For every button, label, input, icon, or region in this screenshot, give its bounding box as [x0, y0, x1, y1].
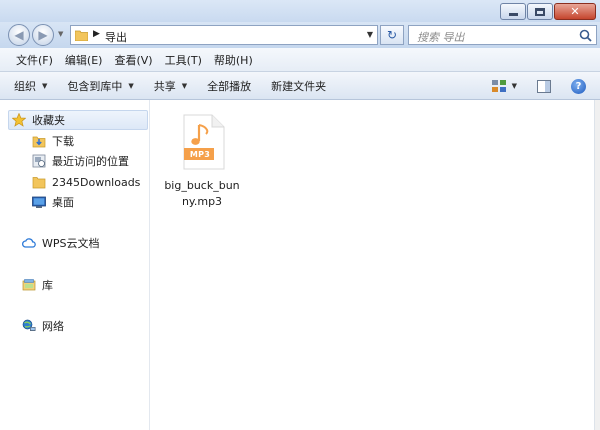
cloud-icon — [22, 238, 36, 248]
folder-icon — [75, 30, 88, 41]
navigation-pane: 收藏夹 下载 最近访问的位置 2345Downloads 桌面 WPS云文档 库… — [0, 100, 150, 430]
window-controls: ✕ — [499, 3, 596, 20]
mp3-file-icon — [183, 114, 225, 170]
library-icon — [22, 279, 36, 291]
address-dropdown-icon[interactable]: ▼ — [367, 30, 373, 39]
maximize-button[interactable] — [527, 3, 553, 20]
chevron-down-icon: ▼ — [42, 81, 48, 90]
title-bar: ✕ — [0, 0, 600, 22]
breadcrumb-folder[interactable]: 导出 — [105, 29, 127, 45]
include-in-library-button[interactable]: 包含到库中 ▼ — [67, 78, 133, 94]
nav-network[interactable]: 网络 — [22, 317, 64, 335]
breadcrumb-arrow-icon[interactable]: ▶ — [93, 29, 100, 39]
star-icon — [12, 113, 26, 127]
close-icon: ✕ — [570, 5, 580, 18]
chevron-down-icon: ▼ — [181, 81, 188, 90]
share-button[interactable]: 共享 ▼ — [154, 78, 187, 94]
play-all-label: 全部播放 — [207, 79, 252, 93]
back-button[interactable]: ◀ — [8, 24, 30, 46]
refresh-icon: ↻ — [386, 28, 398, 42]
chevron-down-icon: ▼ — [128, 81, 134, 90]
mp3-badge-label: MP3 — [189, 150, 211, 159]
nav-2345downloads-label: 2345Downloads — [52, 175, 141, 189]
help-icon[interactable]: ? — [571, 78, 586, 94]
recent-places-icon — [32, 154, 46, 168]
search-icon[interactable] — [579, 29, 592, 42]
nav-network-label: 网络 — [42, 320, 64, 333]
nav-library[interactable]: 库 — [22, 276, 53, 294]
forward-button[interactable]: ▶ — [32, 24, 54, 46]
back-arrow-icon: ◀ — [14, 28, 24, 42]
desktop-icon — [32, 196, 46, 208]
change-view-icon[interactable] — [491, 80, 506, 92]
menu-file[interactable]: 文件(F) — [10, 52, 59, 68]
nav-desktop-label: 桌面 — [52, 196, 74, 209]
network-icon — [22, 319, 36, 331]
downloads-folder-icon — [32, 136, 46, 148]
forward-arrow-icon: ▶ — [38, 28, 48, 42]
organize-label: 组织 — [14, 79, 36, 93]
share-label: 共享 — [153, 79, 176, 93]
minimize-button[interactable] — [500, 3, 526, 20]
search-input[interactable]: 搜索 导出 — [408, 25, 597, 45]
nav-library-label: 库 — [42, 279, 53, 292]
new-folder-button[interactable]: 新建文件夹 — [271, 78, 326, 94]
search-placeholder: 搜索 导出 — [417, 31, 465, 44]
nav-item-downloads[interactable]: 下载 — [32, 132, 74, 150]
file-name: big_buck_bunny.mp3 — [164, 179, 240, 208]
maximize-icon — [535, 7, 545, 16]
menu-bar: 文件(F) 编辑(E) 查看(V) 工具(T) 帮助(H) — [0, 48, 600, 72]
include-in-library-label: 包含到库中 — [67, 79, 123, 93]
view-controls: ▼ ? — [491, 72, 600, 100]
recent-pages-dropdown[interactable]: ▼ — [58, 30, 63, 38]
address-bar[interactable]: ▶ 导出 ▼ — [70, 25, 378, 45]
nav-favorites-label: 收藏夹 — [32, 114, 65, 127]
close-button[interactable]: ✕ — [554, 3, 596, 20]
address-row: ◀ ▶ ▼ ▶ 导出 ▼ ↻ 搜索 导出 — [0, 22, 600, 48]
nav-item-recent-places[interactable]: 最近访问的位置 — [32, 152, 129, 170]
nav-item-2345downloads[interactable]: 2345Downloads — [32, 173, 140, 191]
preview-pane-icon[interactable] — [537, 79, 551, 93]
nav-recent-places-label: 最近访问的位置 — [52, 155, 129, 168]
menu-view[interactable]: 查看(V) — [108, 52, 158, 68]
menu-edit[interactable]: 编辑(E) — [59, 52, 109, 68]
nav-item-desktop[interactable]: 桌面 — [32, 193, 74, 211]
organize-button[interactable]: 组织 ▼ — [14, 78, 47, 94]
command-bar: 组织 ▼ 包含到库中 ▼ 共享 ▼ 全部播放 新建文件夹 ▼ ? — [0, 72, 600, 100]
view-options-dropdown-icon[interactable]: ▼ — [512, 82, 517, 90]
menu-help[interactable]: 帮助(H) — [208, 52, 259, 68]
folder-icon — [32, 177, 46, 189]
play-all-button[interactable]: 全部播放 — [207, 78, 251, 94]
file-list-area: MP3 big_buck_bunny.mp3 — [151, 100, 600, 430]
nav-wps-cloud-label: WPS云文档 — [42, 237, 100, 250]
right-edge — [594, 100, 600, 430]
nav-favorites[interactable]: 收藏夹 — [12, 111, 65, 129]
nav-wps-cloud[interactable]: WPS云文档 — [22, 234, 100, 252]
file-item[interactable]: MP3 big_buck_bunny.mp3 — [161, 108, 243, 208]
minimize-icon — [508, 12, 518, 16]
new-folder-label: 新建文件夹 — [271, 79, 327, 93]
refresh-button[interactable]: ↻ — [380, 25, 404, 45]
nav-downloads-label: 下载 — [52, 135, 74, 148]
menu-tools[interactable]: 工具(T) — [159, 52, 208, 68]
